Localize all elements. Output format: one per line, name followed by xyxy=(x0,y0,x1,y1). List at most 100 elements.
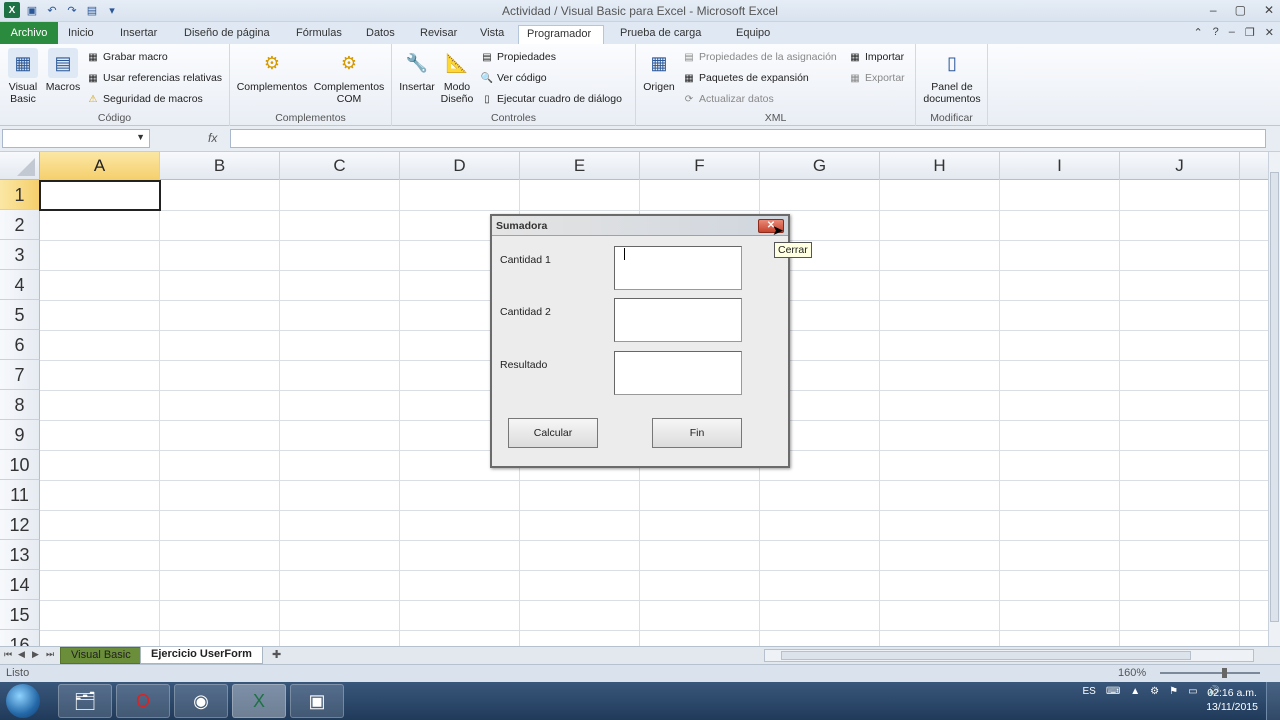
next-sheet-icon[interactable]: ▶ xyxy=(32,649,39,660)
horizontal-scroll-thumb[interactable] xyxy=(781,651,1191,660)
row-header[interactable]: 11 xyxy=(0,480,40,510)
tab-inicio[interactable]: Inicio xyxy=(60,25,102,44)
recorder-icon[interactable]: ▣ xyxy=(290,684,344,718)
close-button[interactable]: ✕ xyxy=(1264,3,1274,17)
clock[interactable]: 02:16 a.m. 13/11/2015 xyxy=(1206,686,1258,714)
column-header[interactable]: F xyxy=(640,152,760,180)
input-resultado[interactable] xyxy=(614,351,742,395)
tab-vista[interactable]: Vista xyxy=(472,25,512,44)
row-header[interactable]: 10 xyxy=(0,450,40,480)
ver-codigo-button[interactable]: 🔍 Ver código xyxy=(480,71,547,85)
calcular-button[interactable]: Calcular xyxy=(508,418,598,448)
tab-revisar[interactable]: Revisar xyxy=(412,25,465,44)
excel-taskbar-icon[interactable]: X xyxy=(232,684,286,718)
zoom-level[interactable]: 160% xyxy=(1118,667,1146,679)
column-header[interactable]: G xyxy=(760,152,880,180)
prev-sheet-icon[interactable]: ◀ xyxy=(18,649,25,660)
row-header[interactable]: 5 xyxy=(0,300,40,330)
insertar-control-button[interactable]: 🔧 Insertar xyxy=(396,48,438,93)
tab-programador[interactable]: Programador xyxy=(518,25,604,44)
battery-icon[interactable]: ▭ xyxy=(1188,686,1197,697)
row-header[interactable]: 9 xyxy=(0,420,40,450)
row-header[interactable]: 1 xyxy=(0,180,40,210)
new-sheet-icon[interactable]: ✚ xyxy=(262,647,291,664)
language-indicator[interactable]: ES xyxy=(1082,686,1095,697)
network-icon[interactable]: ⚙ xyxy=(1150,686,1159,697)
vertical-scrollbar[interactable] xyxy=(1268,152,1280,646)
column-header[interactable]: A xyxy=(40,152,160,180)
column-header[interactable]: E xyxy=(520,152,640,180)
tab-formulas[interactable]: Fórmulas xyxy=(288,25,350,44)
doc-restore-icon[interactable]: ❐ xyxy=(1245,26,1255,39)
visual-basic-button[interactable]: ▦ Visual Basic xyxy=(4,48,42,105)
sheet-tab-visual-basic[interactable]: Visual Basic xyxy=(60,647,142,664)
row-header[interactable]: 3 xyxy=(0,240,40,270)
grabar-macro-button[interactable]: ▦ Grabar macro xyxy=(86,50,168,64)
first-sheet-icon[interactable]: ⏮ xyxy=(4,649,12,660)
complementos-button[interactable]: ⚙ Complementos xyxy=(236,48,308,93)
horizontal-scrollbar[interactable] xyxy=(764,649,1254,662)
tab-equipo[interactable]: Equipo xyxy=(728,25,778,44)
seguridad-macros-button[interactable]: ⚠ Seguridad de macros xyxy=(86,92,203,106)
row-header[interactable]: 8 xyxy=(0,390,40,420)
tab-datos[interactable]: Datos xyxy=(358,25,403,44)
ejecutar-cuadro-button[interactable]: ▯ Ejecutar cuadro de diálogo xyxy=(480,92,622,106)
row-header[interactable]: 12 xyxy=(0,510,40,540)
importar-button[interactable]: ▦ Importar xyxy=(848,50,904,64)
row-header[interactable]: 15 xyxy=(0,600,40,630)
tab-insertar[interactable]: Insertar xyxy=(112,25,165,44)
complementos-com-button[interactable]: ⚙ Complementos COM xyxy=(312,48,386,105)
flag-icon[interactable]: ⚑ xyxy=(1169,686,1178,697)
paquetes-expansion-button[interactable]: ▦ Paquetes de expansión xyxy=(682,71,809,85)
propiedades-button[interactable]: ▤ Propiedades xyxy=(480,50,556,64)
input-cantidad-1[interactable] xyxy=(614,246,742,290)
sheet-tab-ejercicio-userform[interactable]: Ejercicio UserForm xyxy=(140,647,263,664)
zoom-slider[interactable] xyxy=(1160,668,1260,678)
doc-close-icon[interactable]: ✕ xyxy=(1265,26,1274,39)
row-header[interactable]: 16 xyxy=(0,630,40,646)
tab-prueba-carga[interactable]: Prueba de carga xyxy=(612,25,709,44)
column-header[interactable]: D xyxy=(400,152,520,180)
minimize-ribbon-icon[interactable]: ⌃ xyxy=(1193,26,1202,39)
opera-icon[interactable]: O xyxy=(116,684,170,718)
file-explorer-icon[interactable]: 🗂 xyxy=(58,684,112,718)
minimize-button[interactable]: – xyxy=(1210,3,1217,17)
name-box[interactable]: ▼ xyxy=(2,129,150,148)
panel-documentos-button[interactable]: ▯ Panel de documentos xyxy=(920,48,984,105)
last-sheet-icon[interactable]: ⏭ xyxy=(46,649,54,660)
propiedades-asignacion-button[interactable]: ▤ Propiedades de la asignación xyxy=(682,50,837,64)
chrome-icon[interactable]: ◉ xyxy=(174,684,228,718)
doc-minimize-icon[interactable]: – xyxy=(1229,26,1235,39)
help-icon[interactable]: ? xyxy=(1213,26,1219,39)
start-button[interactable] xyxy=(6,684,40,718)
row-header[interactable]: 13 xyxy=(0,540,40,570)
userform-title-bar[interactable]: Sumadora ✕ xyxy=(492,216,788,236)
column-header[interactable]: J xyxy=(1120,152,1240,180)
insert-function-icon[interactable]: fx xyxy=(208,131,217,145)
column-header[interactable]: H xyxy=(880,152,1000,180)
modo-diseno-button[interactable]: 📐 Modo Diseño xyxy=(438,48,476,105)
row-header[interactable]: 2 xyxy=(0,210,40,240)
row-header[interactable]: 14 xyxy=(0,570,40,600)
row-header[interactable]: 4 xyxy=(0,270,40,300)
maximize-button[interactable]: ▢ xyxy=(1235,3,1246,17)
input-cantidad-2[interactable] xyxy=(614,298,742,342)
keyboard-icon[interactable]: ⌨ xyxy=(1106,686,1120,697)
actualizar-datos-button[interactable]: ⟳ Actualizar datos xyxy=(682,92,774,106)
show-hidden-icons-icon[interactable]: ▲ xyxy=(1130,686,1140,697)
chevron-down-icon[interactable]: ▼ xyxy=(136,132,145,142)
column-header[interactable]: B xyxy=(160,152,280,180)
active-cell[interactable] xyxy=(39,180,161,211)
usar-referencias-button[interactable]: ▦ Usar referencias relativas xyxy=(86,71,222,85)
tab-diseno-pagina[interactable]: Diseño de página xyxy=(176,25,278,44)
row-header[interactable]: 6 xyxy=(0,330,40,360)
exportar-button[interactable]: ▦ Exportar xyxy=(848,71,904,85)
origen-button[interactable]: ▦ Origen xyxy=(640,48,678,93)
select-all-corner[interactable] xyxy=(0,152,40,180)
formula-input[interactable] xyxy=(230,129,1266,148)
row-header[interactable]: 7 xyxy=(0,360,40,390)
vertical-scroll-thumb[interactable] xyxy=(1270,172,1279,622)
zoom-slider-knob[interactable] xyxy=(1222,668,1227,678)
fin-button[interactable]: Fin xyxy=(652,418,742,448)
column-header[interactable]: I xyxy=(1000,152,1120,180)
